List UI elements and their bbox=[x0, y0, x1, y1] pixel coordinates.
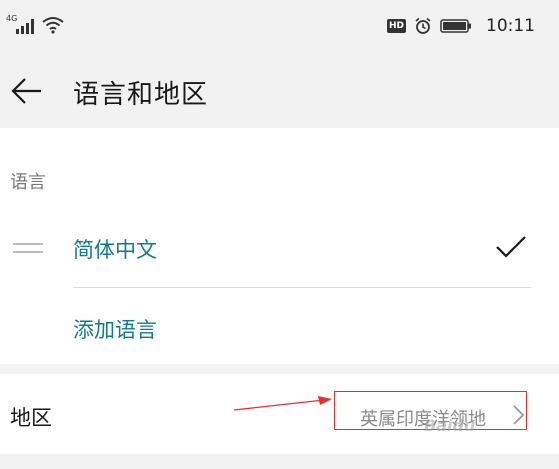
arrow-left-icon[interactable] bbox=[10, 74, 44, 108]
language-item-simplified-chinese[interactable]: 简体中文 bbox=[0, 208, 559, 288]
region-label: 地区 bbox=[10, 406, 52, 430]
wifi-icon bbox=[42, 17, 64, 34]
battery-icon bbox=[440, 19, 471, 33]
language-section-label: 语言 bbox=[10, 172, 46, 193]
language-item-label: 简体中文 bbox=[73, 238, 157, 262]
checkmark-icon bbox=[496, 236, 526, 258]
annotation-arrow bbox=[233, 396, 332, 411]
language-card: 语言 简体中文 添加语言 bbox=[0, 128, 559, 364]
status-bar: 4G HD 10:11 bbox=[0, 0, 559, 56]
page-title: 语言和地区 bbox=[73, 80, 209, 110]
signal-icon bbox=[16, 19, 34, 34]
divider bbox=[73, 287, 531, 288]
hd-badge: HD bbox=[386, 19, 406, 33]
drag-handle-icon[interactable] bbox=[13, 243, 43, 254]
watermark: Baidu bbox=[424, 416, 476, 435]
alarm-icon bbox=[415, 17, 431, 34]
app-header: 语言和地区 bbox=[0, 56, 559, 128]
status-right: HD 10:11 bbox=[386, 16, 535, 36]
clock: 10:11 bbox=[486, 16, 535, 36]
add-language-button[interactable]: 添加语言 bbox=[73, 314, 157, 344]
